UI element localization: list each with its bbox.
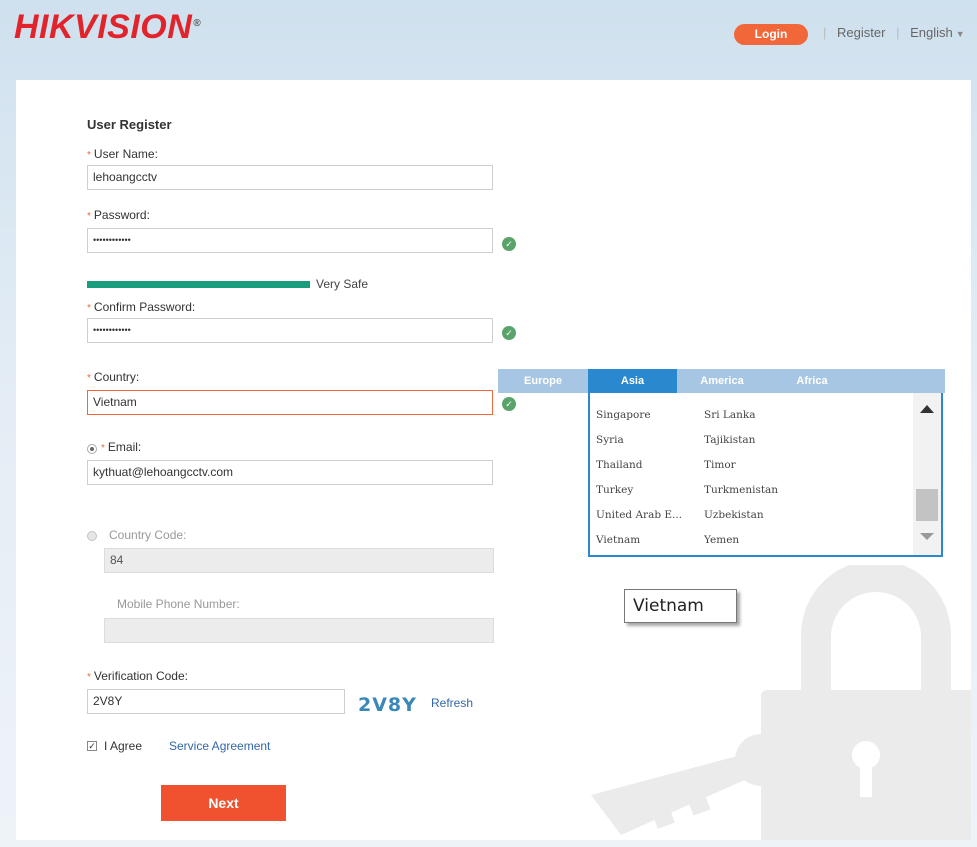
top-header: HIKVISION® Login | Register | English ▼ [0,0,977,70]
verification-code-label: * Verification Code: [87,669,188,683]
required-mark: * [87,303,91,314]
separator: | [823,25,827,40]
region-tabs: Europe Asia America Africa [498,369,945,393]
list-item[interactable]: Tajikistan [704,434,755,446]
verification-code-label-text: Verification Code: [93,669,188,683]
agree-checkbox[interactable]: ✓ [87,741,97,751]
check-icon: ✓ [502,237,516,251]
email-input[interactable]: kythuat@lehoangcctv.com [87,460,493,485]
password-label-text: Password: [93,208,150,222]
required-mark: * [101,443,105,454]
list-item[interactable]: Timor [704,459,736,471]
username-label-text: User Name: [93,147,158,161]
country-dropdown: Europe Asia America Africa Singapore Sri… [498,369,945,557]
captcha-image: 2V8Y [358,694,417,716]
language-selector[interactable]: English ▼ [910,25,965,40]
list-scrollbar[interactable] [913,393,941,555]
list-item[interactable]: Sri Lanka [704,409,756,421]
username-input[interactable]: lehoangcctv [87,165,493,190]
list-item[interactable]: Uzbekistan [704,509,764,521]
list-item[interactable]: Turkey [596,484,633,496]
separator: | [896,25,900,40]
list-item[interactable]: Thailand [596,459,643,471]
country-list: Singapore Sri Lanka Syria Tajikistan Tha… [588,393,943,557]
email-label-text: Email: [107,440,142,454]
country-code-label: Country Code: [109,528,187,542]
list-item[interactable]: United Arab E... [596,509,682,521]
email-radio[interactable] [87,444,97,454]
country-label: * Country: [87,370,139,384]
password-strength-label: Very Safe [316,277,369,291]
confirm-password-input[interactable]: •••••••••••• [87,318,493,343]
list-item[interactable]: Yemen [704,534,739,546]
required-mark: * [87,373,91,384]
next-button[interactable]: Next [161,785,286,821]
tab-asia[interactable]: Asia [588,369,677,393]
country-input[interactable]: Vietnam [87,390,493,415]
tab-europe[interactable]: Europe [498,369,588,393]
agree-label: I Agree [104,739,143,753]
tab-america[interactable]: America [677,369,767,393]
logo-text: HIKVISION [14,8,193,46]
hikvision-logo[interactable]: HIKVISION® [14,8,201,47]
chevron-down-icon: ▼ [955,29,965,39]
required-mark: * [87,672,91,683]
confirm-password-label-text: Confirm Password: [93,300,196,314]
password-strength-bar [87,281,310,288]
mobile-phone-label: Mobile Phone Number: [117,597,240,611]
register-link[interactable]: Register [837,25,885,40]
tab-africa[interactable]: Africa [767,369,857,393]
verification-code-input[interactable]: 2V8Y [87,689,345,714]
required-mark: * [87,150,91,161]
refresh-captcha-link[interactable]: Refresh [431,696,473,710]
login-button[interactable]: Login [734,24,808,45]
required-mark: * [87,211,91,222]
list-item[interactable]: Turkmenistan [704,484,778,496]
scrollbar-thumb[interactable] [916,489,938,521]
mobile-phone-input[interactable] [104,618,494,643]
list-item[interactable]: Syria [596,434,624,446]
email-label: * Email: [101,440,141,454]
country-code-input[interactable]: 84 [104,548,494,573]
username-label: * User Name: [87,147,158,161]
logo-registered-mark: ® [193,17,202,29]
list-item[interactable]: Vietnam [596,534,640,546]
hover-tooltip: Vietnam [624,589,737,623]
scroll-down-arrow-icon[interactable] [920,533,934,540]
check-icon: ✓ [502,326,516,340]
top-links: | Register | English ▼ [816,25,965,40]
form-title: User Register [87,117,172,132]
country-label-text: Country: [93,370,140,384]
scroll-up-arrow-icon[interactable] [920,405,934,413]
confirm-password-label: * Confirm Password: [87,300,195,314]
language-label: English [910,25,953,40]
list-item[interactable]: Singapore [596,409,651,421]
phone-radio[interactable] [87,531,97,541]
password-label: * Password: [87,208,150,222]
password-input[interactable]: •••••••••••• [87,228,493,253]
service-agreement-link[interactable]: Service Agreement [169,739,270,753]
